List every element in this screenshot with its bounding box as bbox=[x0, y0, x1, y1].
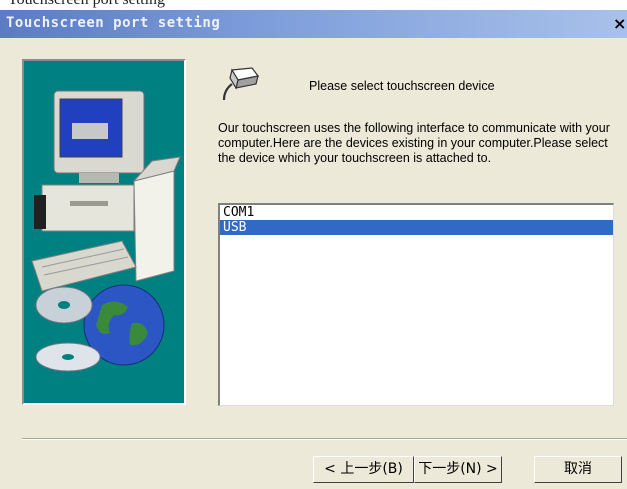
list-item-com1[interactable]: COM1 bbox=[220, 205, 613, 220]
divider bbox=[22, 438, 627, 440]
description-text: Our touchscreen uses the following inter… bbox=[218, 121, 610, 165]
wizard-banner-image bbox=[22, 59, 186, 405]
window-title: Touchscreen port setting bbox=[6, 15, 221, 31]
cancel-button[interactable]: 取消 bbox=[534, 456, 622, 483]
computer-case-icon bbox=[41, 184, 135, 232]
back-button[interactable]: < 上一步(B) bbox=[313, 456, 414, 483]
device-listbox[interactable]: COM1 USB bbox=[218, 203, 614, 406]
page-heading: Please select touchscreen device bbox=[309, 79, 495, 93]
next-button[interactable]: 下一步(N) > bbox=[414, 456, 502, 483]
title-bar: Touchscreen port setting × bbox=[0, 10, 627, 38]
cropped-text: Touchscreen port setting bbox=[8, 0, 165, 9]
usb-connector-icon bbox=[222, 67, 260, 101]
computer-globe-illustration bbox=[31, 90, 181, 372]
close-button[interactable]: × bbox=[613, 12, 627, 36]
cropped-document-text: Touchscreen port setting bbox=[0, 0, 627, 10]
list-item-usb[interactable]: USB bbox=[220, 220, 613, 235]
